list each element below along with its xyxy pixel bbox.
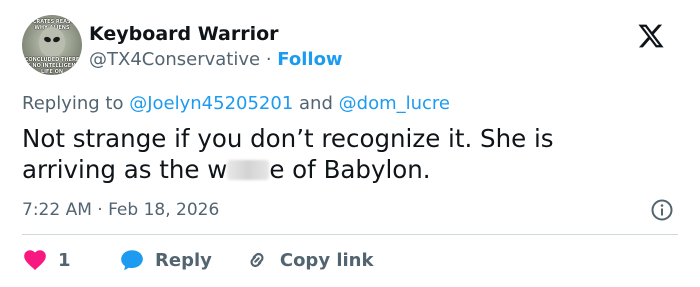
author-handle-row: @TX4Conservative · Follow bbox=[89, 48, 343, 72]
follow-button[interactable]: Follow bbox=[277, 49, 342, 70]
reply-label: Reply bbox=[155, 249, 212, 271]
mention-link-2[interactable]: @dom_lucre bbox=[339, 93, 450, 114]
avatar[interactable]: SOCRATES REASON WHY ALIENS CONCLUDED THE… bbox=[22, 15, 82, 75]
censored-word-blur bbox=[227, 160, 270, 180]
reply-button[interactable]: Reply bbox=[119, 247, 212, 273]
speech-bubble-icon bbox=[121, 250, 143, 271]
x-logo-icon[interactable] bbox=[636, 22, 666, 50]
link-icon bbox=[250, 252, 264, 268]
avatar-alien-head bbox=[39, 27, 65, 57]
mention-link-1[interactable]: @Joelyn45205201 bbox=[129, 93, 293, 114]
copy-link-label: Copy link bbox=[279, 249, 374, 271]
avatar-caption-bottom: CONCLUDED THERE IS NO INTELLIGENT LIFE O… bbox=[24, 57, 80, 75]
like-button[interactable]: 1 bbox=[22, 247, 97, 273]
copy-link-button[interactable]: Copy link bbox=[244, 247, 374, 273]
author-handle[interactable]: @TX4Conservative bbox=[89, 49, 260, 70]
replying-conjunction: and bbox=[299, 93, 333, 114]
handle-separator: · bbox=[265, 49, 272, 70]
tweet-line-2-end: e of Babylon. bbox=[269, 155, 431, 184]
heart-icon bbox=[24, 250, 46, 270]
replying-to: Replying to @Joelyn45205201 and @dom_luc… bbox=[22, 92, 450, 116]
like-count: 1 bbox=[58, 249, 71, 271]
divider bbox=[22, 234, 678, 235]
tweet-line-2-start: arriving as the w bbox=[22, 155, 228, 184]
author-name[interactable]: Keyboard Warrior bbox=[89, 22, 279, 46]
info-icon[interactable] bbox=[650, 198, 674, 222]
tweet-line-1: Not strange if you don’t recognize it. S… bbox=[22, 124, 554, 153]
tweet-timestamp[interactable]: 7:22 AM · Feb 18, 2026 bbox=[22, 198, 219, 222]
replying-prefix: Replying to bbox=[22, 93, 124, 114]
tweet-text: Not strange if you don’t recognize it. S… bbox=[22, 123, 662, 185]
action-bar: 1 Reply Copy link bbox=[22, 245, 373, 275]
